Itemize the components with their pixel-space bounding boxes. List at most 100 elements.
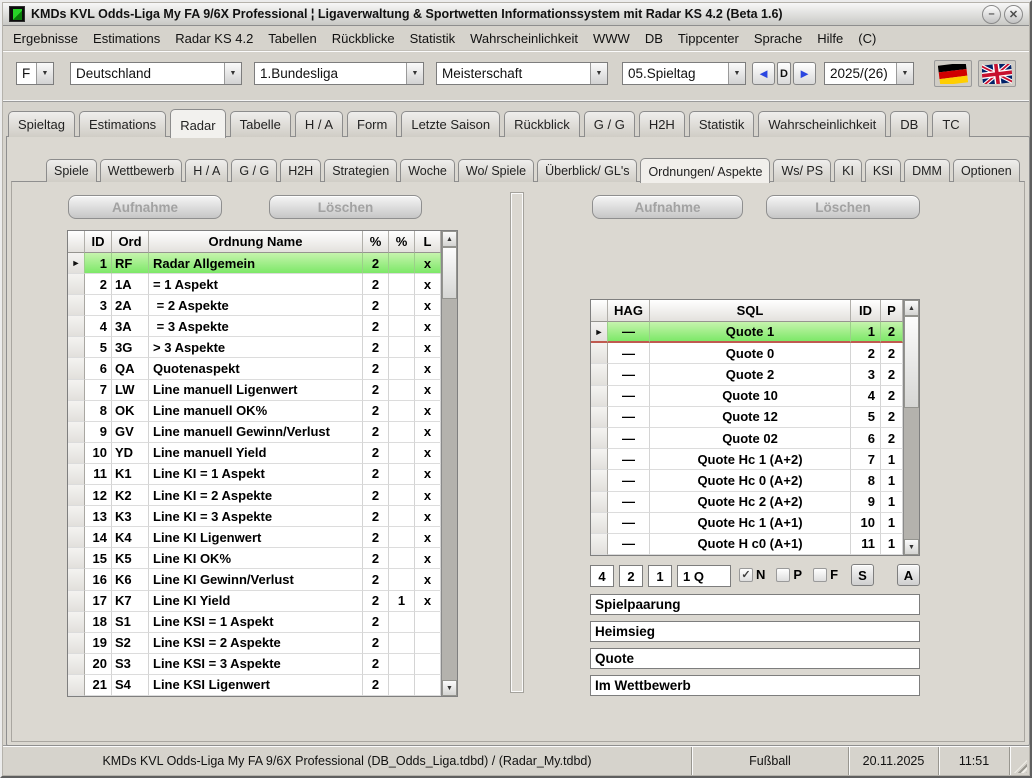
orders-table-row[interactable]: 53G> 3 Aspekte2x [68, 337, 441, 358]
tab-g-g[interactable]: G / G [584, 111, 635, 137]
sql-table-row[interactable]: —Quote 1252 [591, 407, 903, 428]
menu-item-tippcenter[interactable]: Tippcenter [678, 31, 739, 46]
chevron-down-icon[interactable]: ▼ [36, 63, 53, 84]
loeschen-button-right[interactable]: Löschen [766, 195, 920, 219]
sql-table-row[interactable]: —Quote 0262 [591, 428, 903, 449]
orders-table-scrollbar[interactable]: ▲ ▼ [441, 231, 457, 696]
column-header-p[interactable]: P [881, 300, 903, 322]
orders-table-row[interactable]: 16K6Line KI Gewinn/Verlust2x [68, 569, 441, 590]
season-select[interactable]: 2025/(26) ▼ [824, 62, 914, 85]
checkbox-box-f[interactable] [813, 568, 827, 582]
checkbox-f[interactable]: F [813, 567, 838, 582]
orders-table-row[interactable]: 21A= 1 Aspekt2x [68, 274, 441, 295]
chevron-down-icon[interactable]: ▼ [224, 63, 241, 84]
sql-table-row[interactable]: —Quote Hc 2 (A+2)91 [591, 492, 903, 513]
sport-select[interactable]: F ▼ [16, 62, 54, 85]
scrollbar-thumb[interactable] [904, 316, 919, 408]
orders-table-row[interactable]: 21S4Line KSI Ligenwert2 [68, 675, 441, 696]
tab-h2h[interactable]: H2H [639, 111, 685, 137]
orders-table-row[interactable]: ►1RFRadar Allgemein2x [68, 253, 441, 274]
scroll-down-icon[interactable]: ▼ [904, 539, 919, 555]
text-field-heimsieg[interactable]: Heimsieg [590, 621, 920, 642]
tab-statistik[interactable]: Statistik [689, 111, 755, 137]
scrollbar-track[interactable] [904, 316, 919, 539]
num-box-3[interactable]: 1 [648, 565, 672, 587]
tab-spiele[interactable]: Spiele [46, 159, 97, 182]
checkbox-n[interactable]: ✓N [739, 567, 765, 582]
tab-form[interactable]: Form [347, 111, 397, 137]
column-header-sql[interactable]: SQL [650, 300, 851, 322]
aufnahme-button-left[interactable]: Aufnahme [68, 195, 222, 219]
tab-woche[interactable]: Woche [400, 159, 455, 182]
orders-table-row[interactable]: 19S2Line KSI = 2 Aspekte2 [68, 633, 441, 654]
prev-matchday-button[interactable]: ◄ [752, 62, 775, 85]
sql-table-row[interactable]: —Quote 022 [591, 343, 903, 364]
column-header-ordnung-name[interactable]: Ordnung Name [149, 231, 363, 253]
chevron-down-icon[interactable]: ▼ [406, 63, 423, 84]
text-field-im-wettbewerb[interactable]: Im Wettbewerb [590, 675, 920, 696]
tab-letzte-saison[interactable]: Letzte Saison [401, 111, 500, 137]
tab-h2h[interactable]: H2H [280, 159, 321, 182]
menu-item-www[interactable]: WWW [593, 31, 630, 46]
menu-item-tabellen[interactable]: Tabellen [268, 31, 316, 46]
column-header-hag[interactable]: HAG [608, 300, 650, 322]
german-language-button[interactable] [934, 60, 972, 87]
menu-item-db[interactable]: DB [645, 31, 663, 46]
tab-estimations[interactable]: Estimations [79, 111, 166, 137]
tab-wettbewerb[interactable]: Wettbewerb [100, 159, 182, 182]
tab-ki[interactable]: KI [834, 159, 862, 182]
chevron-down-icon[interactable]: ▼ [728, 63, 745, 84]
scrollbar-thumb[interactable] [442, 247, 457, 299]
chevron-down-icon[interactable]: ▼ [896, 63, 913, 84]
loeschen-button-left[interactable]: Löschen [269, 195, 422, 219]
menu-item-c[interactable]: (C) [858, 31, 876, 46]
tab-dmm[interactable]: DMM [904, 159, 950, 182]
chevron-down-icon[interactable]: ▼ [590, 63, 607, 84]
english-language-button[interactable] [978, 60, 1016, 87]
sql-table-row[interactable]: —Quote Hc 1 (A+2)71 [591, 449, 903, 470]
tab-h-a[interactable]: H / A [295, 111, 343, 137]
close-button[interactable]: ✕ [1004, 5, 1023, 24]
orders-table-row[interactable]: 7LWLine manuell Ligenwert2x [68, 380, 441, 401]
sql-table-row[interactable]: —Quote H c0 (A+1)111 [591, 534, 903, 555]
next-matchday-button[interactable]: ► [793, 62, 816, 85]
orders-table-row[interactable]: 32A = 2 Aspekte2x [68, 295, 441, 316]
scrollbar-track[interactable] [442, 247, 457, 680]
text-field-quote[interactable]: Quote [590, 648, 920, 669]
sql-table-scrollbar[interactable]: ▲ ▼ [903, 300, 919, 555]
orders-table-row[interactable]: 8OKLine manuell OK%2x [68, 401, 441, 422]
matchday-select[interactable]: 05.Spieltag ▼ [622, 62, 746, 85]
tab-ws-ps[interactable]: Ws/ PS [773, 159, 831, 182]
tab-ordnungen-aspekte[interactable]: Ordnungen/ Aspekte [640, 158, 770, 183]
s-button[interactable]: S [851, 564, 874, 586]
orders-table-row[interactable]: 18S1Line KSI = 1 Aspekt2 [68, 612, 441, 633]
num-box-4[interactable]: 1 Q [677, 565, 731, 587]
tab-optionen[interactable]: Optionen [953, 159, 1020, 182]
tab-tc[interactable]: TC [932, 111, 969, 137]
tab-h-a[interactable]: H / A [185, 159, 228, 182]
column-header-l[interactable]: L [415, 231, 441, 253]
tab-g-g[interactable]: G / G [231, 159, 277, 182]
menu-item-ergebnisse[interactable]: Ergebnisse [13, 31, 78, 46]
tab-wo-spiele[interactable]: Wo/ Spiele [458, 159, 534, 182]
minimize-button[interactable]: – [982, 5, 1001, 24]
tab-strategien[interactable]: Strategien [324, 159, 397, 182]
resize-grip[interactable] [1009, 747, 1029, 775]
tab-rückblick[interactable]: Rückblick [504, 111, 580, 137]
orders-table-row[interactable]: 10YDLine manuell Yield2x [68, 443, 441, 464]
menu-item-rückblicke[interactable]: Rückblicke [332, 31, 395, 46]
tab-überblick-gl-s[interactable]: Überblick/ GL's [537, 159, 637, 182]
day-button[interactable]: D [777, 62, 791, 85]
country-select[interactable]: Deutschland ▼ [70, 62, 242, 85]
column-header-col4[interactable]: % [389, 231, 415, 253]
orders-table-row[interactable]: 14K4Line KI Ligenwert2x [68, 527, 441, 548]
num-box-1[interactable]: 4 [590, 565, 614, 587]
checkbox-p[interactable]: P [776, 567, 802, 582]
orders-table-row[interactable]: 20S3Line KSI = 3 Aspekte2 [68, 654, 441, 675]
tab-wahrscheinlichkeit[interactable]: Wahrscheinlichkeit [758, 111, 886, 137]
orders-table-row[interactable]: 6QAQuotenaspekt2x [68, 358, 441, 379]
sql-table-row[interactable]: —Quote 1042 [591, 386, 903, 407]
tab-radar[interactable]: Radar [170, 109, 225, 138]
menu-item-radar-ks-4-2[interactable]: Radar KS 4.2 [175, 31, 253, 46]
column-header-col3[interactable]: % [363, 231, 389, 253]
